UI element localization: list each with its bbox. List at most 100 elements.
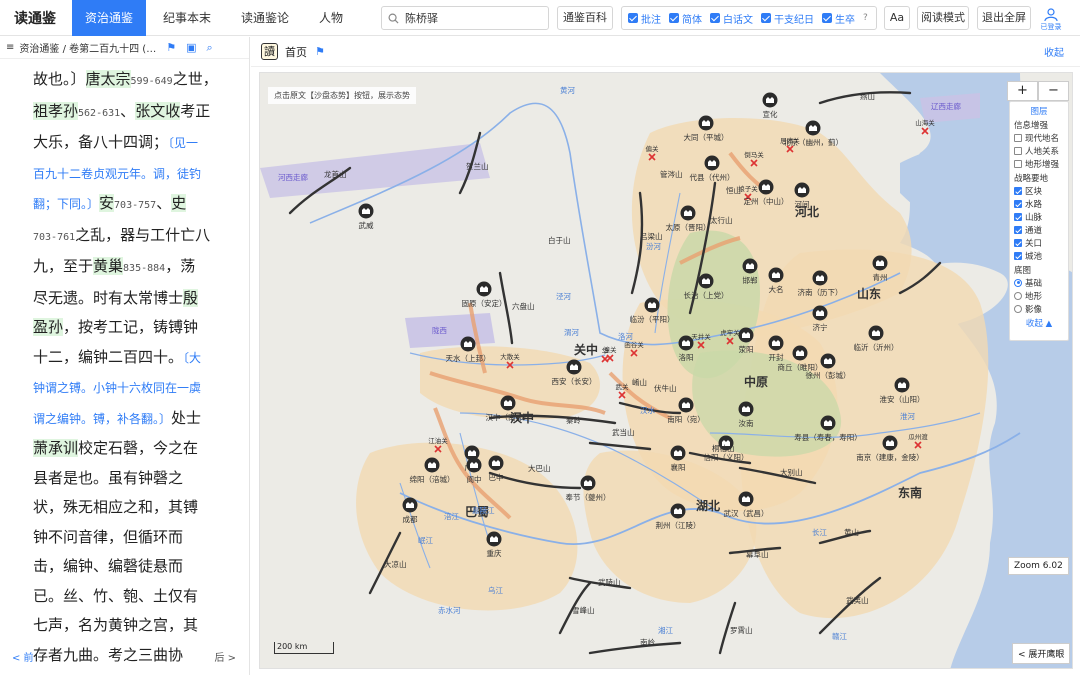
layer-group-base: 底图 bbox=[1014, 266, 1032, 276]
user-status-label: 已登录 bbox=[1040, 23, 1062, 31]
mountain-label: 武陵山 bbox=[598, 577, 621, 587]
layer-option-modern-names[interactable]: 现代地名 bbox=[1014, 131, 1064, 144]
checkbox-icon bbox=[1014, 212, 1022, 221]
prev-chapter-link[interactable]: < 前 bbox=[12, 649, 34, 664]
exit-fullscreen-button[interactable]: 退出全屏 bbox=[977, 6, 1031, 30]
water-label: 涪江 bbox=[444, 511, 459, 521]
region-label-shandong: 山东 bbox=[857, 286, 881, 301]
search-box[interactable] bbox=[381, 6, 549, 30]
app-brand: 读通鉴 bbox=[14, 10, 56, 27]
tab-zizhitongjian[interactable]: 资治通鉴 bbox=[72, 0, 147, 36]
map-header: 讀 首页 ⚑ 收起 bbox=[251, 37, 1080, 67]
region-label-guanzhong: 关中 bbox=[574, 342, 598, 357]
basemap-option-terrain[interactable]: 地形 bbox=[1014, 289, 1064, 302]
water-label: 湘江 bbox=[658, 626, 673, 635]
city-label: 济宁 bbox=[813, 322, 828, 332]
layer-option-blocks[interactable]: 区块 bbox=[1014, 184, 1064, 197]
layer-option-passages[interactable]: 通道 bbox=[1014, 223, 1064, 236]
toggle-lifespan[interactable]: 生卒 bbox=[822, 11, 855, 26]
layer-group-info: 信息增强 bbox=[1014, 121, 1049, 131]
pass-label: 函谷关 bbox=[624, 340, 644, 349]
pass-x-icon bbox=[921, 127, 929, 135]
tab-jishibenmo[interactable]: 纪事本末 bbox=[150, 0, 224, 36]
map-canvas[interactable]: 山海关偏关居庸关倒马关娘子关天井关函谷关大散关武关瓜州渡江油关潼关华虎牢关 河北… bbox=[260, 73, 1073, 669]
basemap-option-imagery[interactable]: 影像 bbox=[1014, 302, 1064, 315]
mountain-label: 太行山 bbox=[710, 215, 733, 225]
checkbox-icon bbox=[1014, 199, 1022, 208]
zoom-in-button[interactable]: + bbox=[1007, 81, 1038, 101]
layer-option-cities[interactable]: 城池 bbox=[1014, 249, 1064, 262]
water-label: 赤水河 bbox=[438, 605, 461, 615]
layer-option-terrain-enhance[interactable]: 地形增强 bbox=[1014, 157, 1064, 170]
city-label: 寿县（寿春，寿阳） bbox=[794, 432, 862, 442]
city-label: 邯郸 bbox=[743, 275, 758, 285]
layer-panel-title: 图层 bbox=[1030, 107, 1048, 117]
city-label: 汝南 bbox=[739, 418, 754, 428]
city-marker[interactable]: 宣化 bbox=[762, 92, 778, 120]
home-link[interactable]: 首页 bbox=[285, 44, 307, 60]
range-liupan bbox=[498, 271, 514, 345]
tab-renwu[interactable]: 人物 bbox=[306, 0, 356, 36]
bookmark-icon[interactable]: ⚑ bbox=[166, 41, 176, 54]
help-icon[interactable]: ? bbox=[863, 13, 868, 23]
city-label: 南京（建康，金陵） bbox=[856, 452, 924, 462]
city-label: 荥阳 bbox=[739, 344, 754, 354]
city-label: 武威 bbox=[359, 220, 374, 230]
layer-option-human-geo[interactable]: 人地关系 bbox=[1014, 144, 1064, 157]
city-label: 西安（长安） bbox=[552, 376, 597, 386]
toggle-vernacular[interactable]: 白话文 bbox=[710, 11, 753, 26]
toggle-ganzhi-date[interactable]: 干支纪日 bbox=[761, 11, 814, 26]
breadcrumb-text[interactable]: 资治通鉴 / 卷第二百九十四 (… bbox=[19, 40, 156, 55]
mountain-label: 吕梁山 bbox=[640, 231, 663, 241]
historical-map[interactable]: 山海关 偏关 居庸关 倒马关 娘子关 天井关 函谷关 大散关 武关 瓜州渡 江油关 潼关华虎牢关 河北… bbox=[259, 72, 1073, 669]
city-label: 徐州（彭城） bbox=[806, 370, 851, 380]
city-label: 太原（晋阳） bbox=[666, 222, 711, 232]
expand-overview-button[interactable]: < 展开鹰眼 bbox=[1012, 643, 1071, 664]
city-marker[interactable]: 固原（安定） bbox=[462, 281, 507, 309]
water-label: 嘉陵江 bbox=[472, 505, 495, 515]
range-nanling bbox=[588, 641, 682, 655]
tab-dutongjianlun[interactable]: 读通鉴论 bbox=[228, 0, 302, 36]
layer-option-passes[interactable]: 关口 bbox=[1014, 236, 1064, 249]
city-marker[interactable]: 武威 bbox=[358, 203, 374, 231]
layer-option-mountains[interactable]: 山脉 bbox=[1014, 210, 1064, 223]
mountain-label: 武夷山 bbox=[846, 595, 869, 605]
mountain-label: 燕山 bbox=[860, 91, 875, 101]
region-label-dongnan: 东南 bbox=[898, 485, 922, 500]
mountain-label: 恒山 bbox=[726, 185, 741, 195]
font-size-button[interactable]: Aa bbox=[884, 6, 910, 30]
radio-icon bbox=[1014, 304, 1022, 313]
menu-icon[interactable]: ≡ bbox=[6, 42, 14, 53]
city-label: 成都 bbox=[403, 514, 418, 524]
region-purple-hexi bbox=[260, 143, 490, 198]
person-search-icon[interactable]: ⌕ bbox=[206, 41, 212, 55]
pass-label: 华 bbox=[602, 346, 609, 355]
mountain-label: 崤山 bbox=[632, 377, 647, 387]
layer-panel-fold[interactable]: 收起 ▲ bbox=[1014, 317, 1064, 329]
scale-bar: 200 km bbox=[274, 642, 334, 654]
flag-icon[interactable]: ⚑ bbox=[315, 45, 325, 58]
toggle-annotation[interactable]: 批注 bbox=[628, 11, 661, 26]
mountain-label: 南岭 bbox=[640, 637, 655, 647]
mountain-label: 大巴山 bbox=[528, 463, 551, 473]
user-avatar[interactable]: 已登录 bbox=[1038, 8, 1064, 31]
city-label: 固原（安定） bbox=[462, 298, 507, 308]
reading-mode-button[interactable]: 阅读模式 bbox=[917, 6, 969, 30]
region-label-liaoxi: 辽西走廊 bbox=[931, 101, 961, 111]
toggle-simplified[interactable]: 简体 bbox=[669, 11, 702, 26]
collapse-map-link[interactable]: 收起 bbox=[1044, 44, 1064, 59]
save-icon[interactable]: ▣ bbox=[186, 41, 196, 54]
checkbox-icon bbox=[669, 13, 679, 23]
basemap-option-basic[interactable]: 基础 bbox=[1014, 276, 1064, 289]
region-label-hubei: 湖北 bbox=[696, 498, 720, 513]
city-label: 奉节（夔州） bbox=[566, 492, 611, 502]
search-input[interactable] bbox=[405, 11, 545, 25]
encyclopedia-button[interactable]: 通鉴百科 bbox=[557, 6, 613, 30]
water-label: 岷江 bbox=[418, 536, 433, 545]
next-chapter-link[interactable]: 后 > bbox=[214, 649, 236, 664]
city-label: 巴中 bbox=[489, 472, 504, 482]
layer-option-waterways[interactable]: 水路 bbox=[1014, 197, 1064, 210]
pass-label: 山海关 bbox=[915, 118, 935, 127]
zoom-out-button[interactable]: − bbox=[1038, 81, 1069, 101]
pass-x-icon bbox=[606, 354, 614, 362]
